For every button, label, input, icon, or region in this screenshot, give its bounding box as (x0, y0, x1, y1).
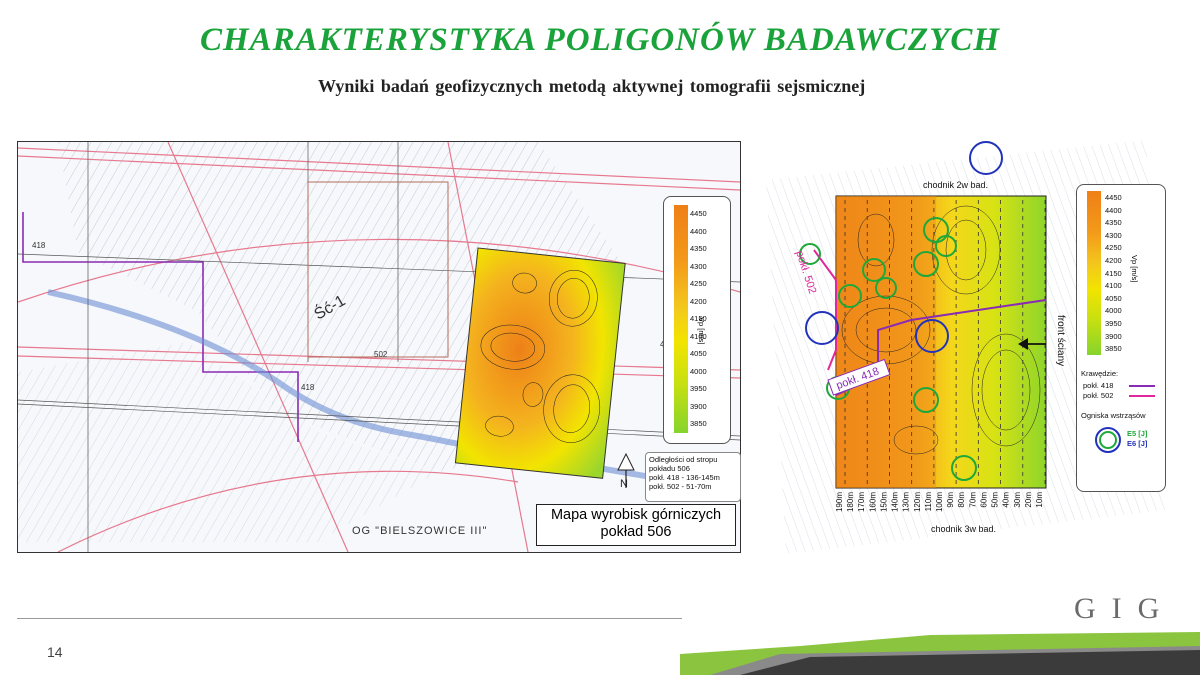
depth-row2-value: - 51-70m (681, 482, 712, 491)
left-legend-tick: 4050 (690, 349, 707, 358)
distance-label: 170m (857, 492, 866, 512)
footer-stripes (680, 632, 1200, 675)
focus-e6-label: E6 [J] (1127, 439, 1148, 448)
right-legend-tick: 4400 (1105, 205, 1122, 215)
edge-418-label: pokł. 418 (1083, 381, 1114, 390)
label-og-bielszowice: OG "BIELSZOWICE III" (352, 525, 487, 537)
distance-label: 130m (902, 492, 911, 512)
label-418-b: 418 (301, 383, 315, 392)
distance-label: 10m (1035, 492, 1044, 508)
distance-label: 140m (891, 492, 900, 512)
label-418-a: 418 (32, 241, 46, 250)
distance-label: 160m (868, 492, 877, 512)
map-caption-line2: pokład 506 (600, 524, 672, 540)
distance-label: 180m (846, 492, 855, 512)
distance-label: 100m (935, 492, 944, 512)
left-legend-tick: 4350 (690, 244, 707, 253)
depth-row1-value: - 136-145m (681, 473, 720, 482)
foci-title: Ogniska wstrząsów (1081, 411, 1146, 420)
map-caption-line1: Mapa wyrobisk górniczych (550, 507, 722, 523)
right-legend-tick: 4000 (1105, 306, 1122, 316)
left-legend-tick: 4000 (690, 366, 707, 376)
left-vp-legend: 4450 4400 4350 4300 4250 4200 4150 4100 4050 4000… (663, 196, 731, 444)
depth-row2-name: pokł. 502 (649, 482, 680, 491)
right-legend-tick: 4300 (1105, 230, 1122, 240)
distance-label: 120m (913, 492, 922, 512)
left-legend-tick: 4400 (690, 226, 707, 236)
distance-label: 70m (968, 492, 977, 508)
right-legend-tick: 3950 (1105, 319, 1122, 328)
edge-502-label: pokł. 502 (1083, 391, 1114, 400)
map-caption: Mapa wyrobisk górniczych pokład 506 (536, 504, 736, 546)
mining-map-drawing: 418 418 502 41 Ść-1 OG "BIELSZOWICE III"… (18, 142, 740, 552)
bottom-gallery-label: chodnik 3w bad. (931, 524, 996, 534)
depth-header-2: pokładu 506 (649, 464, 690, 473)
slide-subtitle: Wyniki badań geofizycznych metodą aktywn… (318, 76, 866, 96)
distance-label: 110m (924, 492, 933, 512)
left-legend-tick: 4300 (690, 261, 707, 271)
right-legend-tick: 4100 (1105, 281, 1122, 291)
footer-divider (17, 618, 682, 619)
right-legend-tick: 4050 (1105, 293, 1122, 303)
focus-e5-swatch (1099, 431, 1117, 449)
right-legend-tick: 4200 (1105, 256, 1122, 265)
distance-label: 90m (946, 492, 955, 508)
left-legend-unit: Vp [m/s] (697, 317, 706, 345)
left-legend-tick: 4450 (690, 209, 707, 218)
front-label: front ściany (1055, 315, 1066, 366)
depth-row1-name: pokł. 418 (649, 473, 680, 482)
mining-map-panel: 418 418 502 41 Ść-1 OG "BIELSZOWICE III"… (17, 141, 741, 553)
distance-label: 80m (957, 492, 966, 508)
right-vp-legend: 4450 4400 4350 4300 4250 4200 4150 4100 4050 4000… (1076, 184, 1166, 492)
distance-label: 20m (1024, 492, 1033, 508)
slide-title: CHARAKTERYSTYKA POLIGONÓW BADAWCZYCH (199, 22, 1001, 58)
right-legend-tick: 3900 (1105, 331, 1122, 341)
edge-502-swatch (1129, 395, 1155, 397)
distance-label: 50m (991, 492, 1000, 508)
top-gallery-label: chodnik 2w bad. (923, 180, 988, 190)
focus-e5-label: E5 [J] (1127, 429, 1148, 438)
right-legend-unit: Vp [m/s] (1130, 255, 1139, 283)
distance-label: 60m (979, 492, 988, 508)
distance-label: 150m (879, 492, 888, 512)
right-legend-tick: 4250 (1105, 243, 1122, 253)
right-legend-tick: 4350 (1105, 218, 1122, 228)
left-legend-tick: 4250 (690, 279, 707, 288)
distance-label: 40m (1002, 492, 1011, 508)
edge-418-swatch (1129, 385, 1155, 387)
depth-header-1: Odległości od stropu (649, 455, 718, 464)
left-legend-tick: 4200 (690, 296, 707, 306)
left-legend-tick: 3900 (690, 401, 707, 411)
edges-title: Krawędzie: (1081, 369, 1119, 378)
distance-label: 190m (835, 492, 844, 512)
label-502: 502 (374, 350, 388, 359)
north-label: N (620, 478, 628, 490)
right-legend-tick: 4150 (1105, 268, 1122, 278)
left-legend-tick: 3850 (690, 419, 707, 428)
page-number: 14 (47, 644, 63, 660)
right-legend-tick: 4450 (1105, 193, 1122, 202)
depth-distance-box: Odległości od stropu pokładu 506 pokł. 4… (645, 452, 741, 502)
left-legend-tick: 3950 (690, 384, 707, 393)
distance-label: 30m (1013, 492, 1022, 508)
right-legend-tick: 3850 (1105, 344, 1122, 354)
